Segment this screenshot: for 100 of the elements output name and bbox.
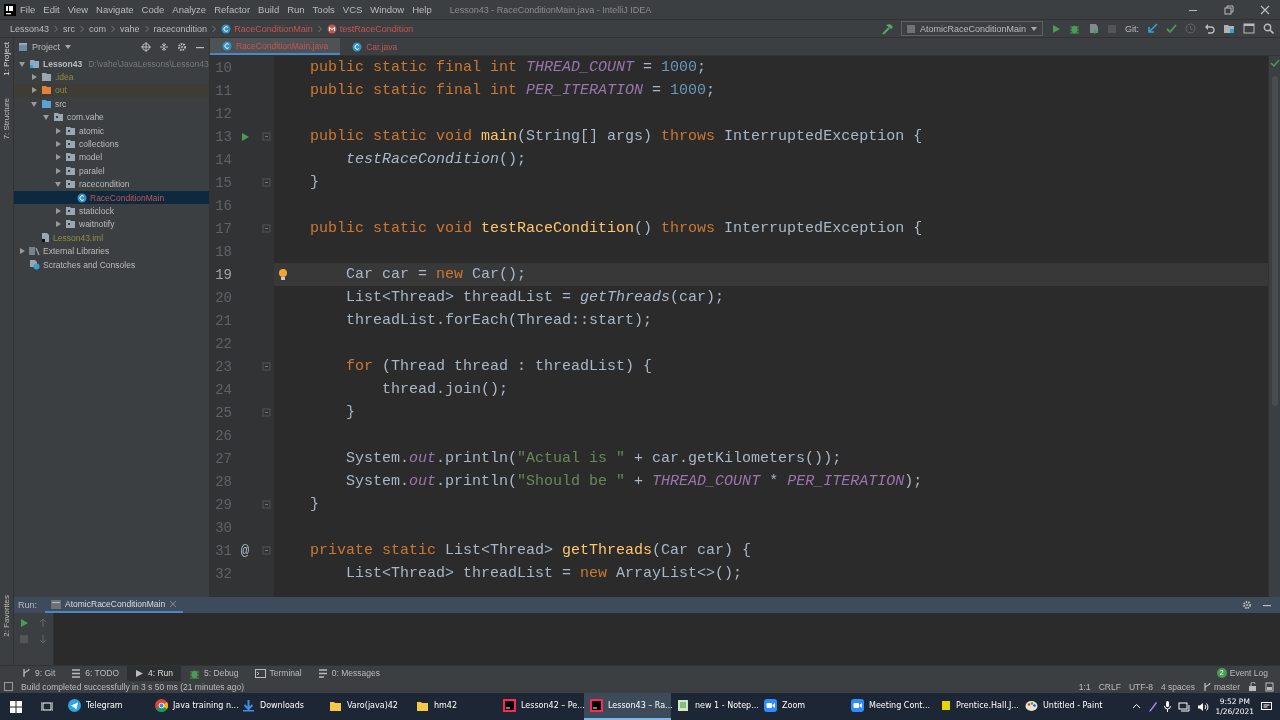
project-view-dropdown[interactable]: Project <box>18 42 72 52</box>
fold-icon[interactable] <box>261 224 271 233</box>
collapsed-arrow-icon[interactable] <box>54 140 62 149</box>
breadcrumb[interactable]: src <box>59 23 80 34</box>
tree-item[interactable]: com.vahe <box>14 110 209 124</box>
menu-item[interactable]: Tools <box>308 4 339 15</box>
status-item[interactable]: 1:1 <box>1078 681 1091 692</box>
hammer-icon[interactable] <box>880 22 893 35</box>
pen-icon[interactable] <box>1147 701 1157 712</box>
tree-item[interactable]: staticlock <box>14 204 209 218</box>
tree-item[interactable]: paralel <box>14 164 209 178</box>
tool-window-button[interactable]: 0: Messages <box>309 665 388 681</box>
close-icon[interactable] <box>1260 4 1270 15</box>
menu-item[interactable]: Help <box>408 4 436 15</box>
tool-window-button[interactable]: 4: Run <box>127 665 182 681</box>
expanded-arrow-icon[interactable] <box>54 180 62 189</box>
close-icon[interactable] <box>169 600 178 608</box>
run-icon[interactable] <box>1051 23 1061 34</box>
fold-icon[interactable] <box>261 178 271 187</box>
restore-icon[interactable] <box>1224 4 1234 15</box>
status-item[interactable]: 4 spaces <box>1161 681 1195 692</box>
task-view-icon[interactable] <box>41 701 53 712</box>
taskbar-item[interactable]: Telegram <box>62 693 149 720</box>
lightbulb-icon[interactable] <box>278 268 288 281</box>
status-item[interactable]: UTF-8 <box>1128 681 1153 692</box>
tree-item[interactable]: model <box>14 150 209 165</box>
volume-icon[interactable] <box>1196 701 1209 712</box>
tool-window-button[interactable]: Terminal <box>246 665 310 681</box>
expanded-arrow-icon[interactable] <box>18 59 26 68</box>
notification-icon[interactable] <box>1261 701 1272 712</box>
collapsed-arrow-icon[interactable] <box>54 220 62 229</box>
fold-icon[interactable] <box>261 362 271 371</box>
tree-item[interactable]: Lesson43.iml <box>14 231 209 245</box>
bug-icon[interactable] <box>1069 23 1080 34</box>
search-icon[interactable] <box>1263 23 1274 34</box>
window-icon[interactable] <box>1243 23 1255 34</box>
tool-window-button[interactable]: 5: Debug <box>181 665 247 681</box>
menu-item[interactable]: Code <box>137 4 169 15</box>
menu-item[interactable]: Run <box>283 4 309 15</box>
menu-item[interactable]: Analyze <box>168 4 211 15</box>
breadcrumb[interactable]: com <box>85 23 111 34</box>
fold-icon[interactable] <box>261 546 271 555</box>
tree-item[interactable]: waitnotify <box>14 217 209 232</box>
network-icon[interactable] <box>1177 701 1190 712</box>
expanded-arrow-icon[interactable] <box>30 99 38 108</box>
tree-item[interactable]: Scratches and Consoles <box>14 257 209 272</box>
arrow-icon[interactable] <box>1147 23 1158 34</box>
breadcrumb[interactable]: racecondition <box>149 23 212 34</box>
taskbar-item[interactable]: Varo(java)42 <box>323 693 410 720</box>
collapsed-arrow-icon[interactable] <box>54 126 62 135</box>
collapsed-arrow-icon[interactable] <box>54 166 62 175</box>
collapsed-arrow-icon[interactable] <box>30 73 38 82</box>
lock-icon[interactable] <box>1248 681 1257 692</box>
tree-item[interactable]: src <box>14 97 209 111</box>
microphone-icon[interactable] <box>1163 701 1171 712</box>
breadcrumb[interactable]: vahe <box>116 23 144 34</box>
collapse-icon[interactable] <box>159 42 169 52</box>
branch-widget[interactable]: master <box>1203 681 1240 692</box>
side-tab[interactable]: 7: Structure <box>2 97 11 140</box>
taskbar-item[interactable]: Meeting Cont... <box>845 693 932 720</box>
expanded-arrow-icon[interactable] <box>42 113 50 122</box>
taskbar-item[interactable]: Downloads <box>236 693 323 720</box>
taskbar-item[interactable]: Lesson43 – Ra... <box>584 693 671 720</box>
fold-icon[interactable] <box>261 500 271 509</box>
tree-item[interactable]: RaceConditionMain <box>14 190 209 205</box>
settings-icon[interactable] <box>1242 600 1252 610</box>
collapsed-arrow-icon[interactable] <box>54 153 62 162</box>
tree-item[interactable]: racecondition <box>14 177 209 191</box>
windows-icon[interactable] <box>10 700 22 713</box>
coverage-icon[interactable] <box>1088 23 1099 34</box>
menu-item[interactable]: Refactor <box>210 4 255 15</box>
side-tab[interactable]: 1: Project <box>2 42 11 76</box>
side-tab[interactable]: 2: Favorites <box>2 595 11 637</box>
fold-icon[interactable] <box>261 408 271 417</box>
menu-item[interactable]: Build <box>254 4 284 15</box>
tool-window-button[interactable]: 6: TODO <box>63 665 127 681</box>
rerun-icon[interactable] <box>18 618 29 628</box>
tool-window-button[interactable]: 9: Git <box>14 665 64 681</box>
taskbar-item[interactable]: Prentice.Hall.J... <box>932 693 1019 720</box>
settings-icon[interactable] <box>177 42 187 52</box>
memory-icon[interactable] <box>1265 681 1274 692</box>
menu-item[interactable]: Navigate <box>92 4 138 15</box>
undo-icon[interactable] <box>1204 23 1215 34</box>
chevron-icon[interactable] <box>1131 702 1141 711</box>
run-configuration-dropdown[interactable]: AtomicRaceConditionMain <box>900 21 1043 36</box>
menu-item[interactable]: Window <box>366 4 409 15</box>
breadcrumb[interactable]: Lesson43 <box>6 23 54 34</box>
tree-item[interactable]: .idea <box>14 70 209 84</box>
run-icon[interactable] <box>240 131 250 142</box>
taskbar-item[interactable]: hm42 <box>410 693 497 720</box>
folder-icon[interactable] <box>1223 23 1235 34</box>
status-item[interactable]: CRLF <box>1098 681 1121 692</box>
check-icon[interactable] <box>1166 23 1177 34</box>
menu-item[interactable]: View <box>63 4 93 15</box>
taskbar-item[interactable]: Untitled - Paint <box>1019 693 1106 720</box>
collapsed-arrow-icon[interactable] <box>18 247 26 256</box>
taskbar-item[interactable]: Java training n... <box>149 693 236 720</box>
taskbar-item[interactable]: new 1 - Notep... <box>671 693 758 720</box>
menu-item[interactable]: VCS <box>338 4 367 15</box>
taskbar-item[interactable]: Zoom <box>758 693 845 720</box>
